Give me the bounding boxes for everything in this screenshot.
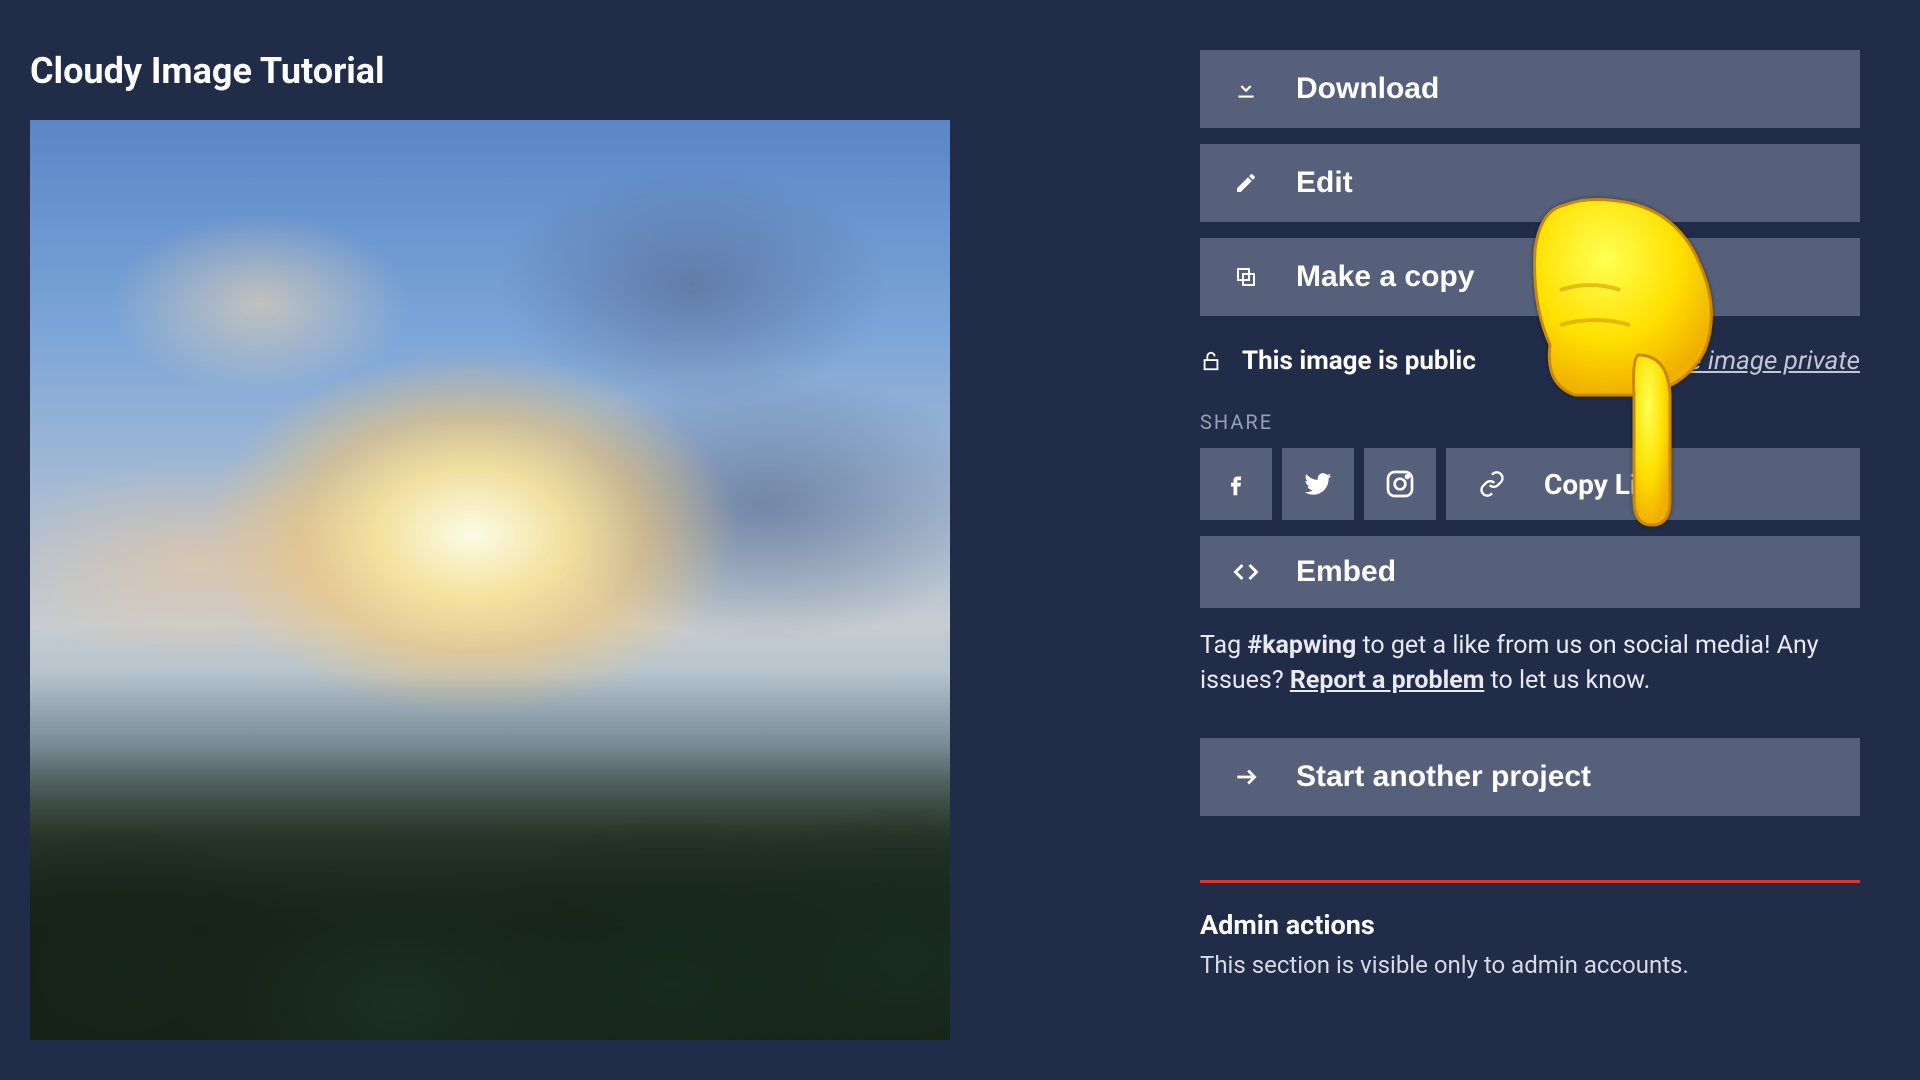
unlock-icon <box>1200 348 1222 374</box>
code-icon <box>1232 558 1260 586</box>
edit-button[interactable]: Edit <box>1200 144 1860 222</box>
arrow-right-icon <box>1232 764 1260 790</box>
pencil-icon <box>1232 171 1260 195</box>
edit-label: Edit <box>1296 166 1353 200</box>
instagram-icon <box>1384 468 1416 500</box>
embed-label: Embed <box>1296 555 1396 589</box>
share-instagram-button[interactable] <box>1364 448 1436 520</box>
start-another-label: Start another project <box>1296 760 1591 794</box>
download-button[interactable]: Download <box>1200 50 1860 128</box>
image-preview <box>30 120 950 1040</box>
embed-button[interactable]: Embed <box>1200 536 1860 608</box>
make-copy-label: Make a copy <box>1296 260 1474 294</box>
copy-link-label: Copy Link <box>1544 468 1668 501</box>
report-problem-link[interactable]: Report a problem <box>1290 666 1485 695</box>
start-another-button[interactable]: Start another project <box>1200 738 1860 816</box>
copy-link-button[interactable]: Copy Link <box>1446 448 1860 520</box>
make-copy-button[interactable]: Make a copy <box>1200 238 1860 316</box>
privacy-row: This image is public Make image private <box>1200 346 1860 376</box>
share-facebook-button[interactable] <box>1200 448 1272 520</box>
page-title: Cloudy Image Tutorial <box>30 50 950 92</box>
twitter-icon <box>1302 468 1334 500</box>
share-twitter-button[interactable] <box>1282 448 1354 520</box>
link-icon <box>1478 470 1506 498</box>
download-icon <box>1232 76 1260 102</box>
facebook-icon <box>1221 469 1251 499</box>
privacy-status: This image is public <box>1242 346 1476 376</box>
admin-separator <box>1200 880 1860 883</box>
copy-icon <box>1232 265 1260 289</box>
share-heading: SHARE <box>1200 410 1860 434</box>
admin-actions-subtitle: This section is visible only to admin ac… <box>1200 951 1860 979</box>
admin-actions-title: Admin actions <box>1200 909 1860 941</box>
download-label: Download <box>1296 72 1439 106</box>
tag-text: Tag #kapwing to get a like from us on so… <box>1200 628 1860 698</box>
make-private-link[interactable]: Make image private <box>1640 346 1860 376</box>
